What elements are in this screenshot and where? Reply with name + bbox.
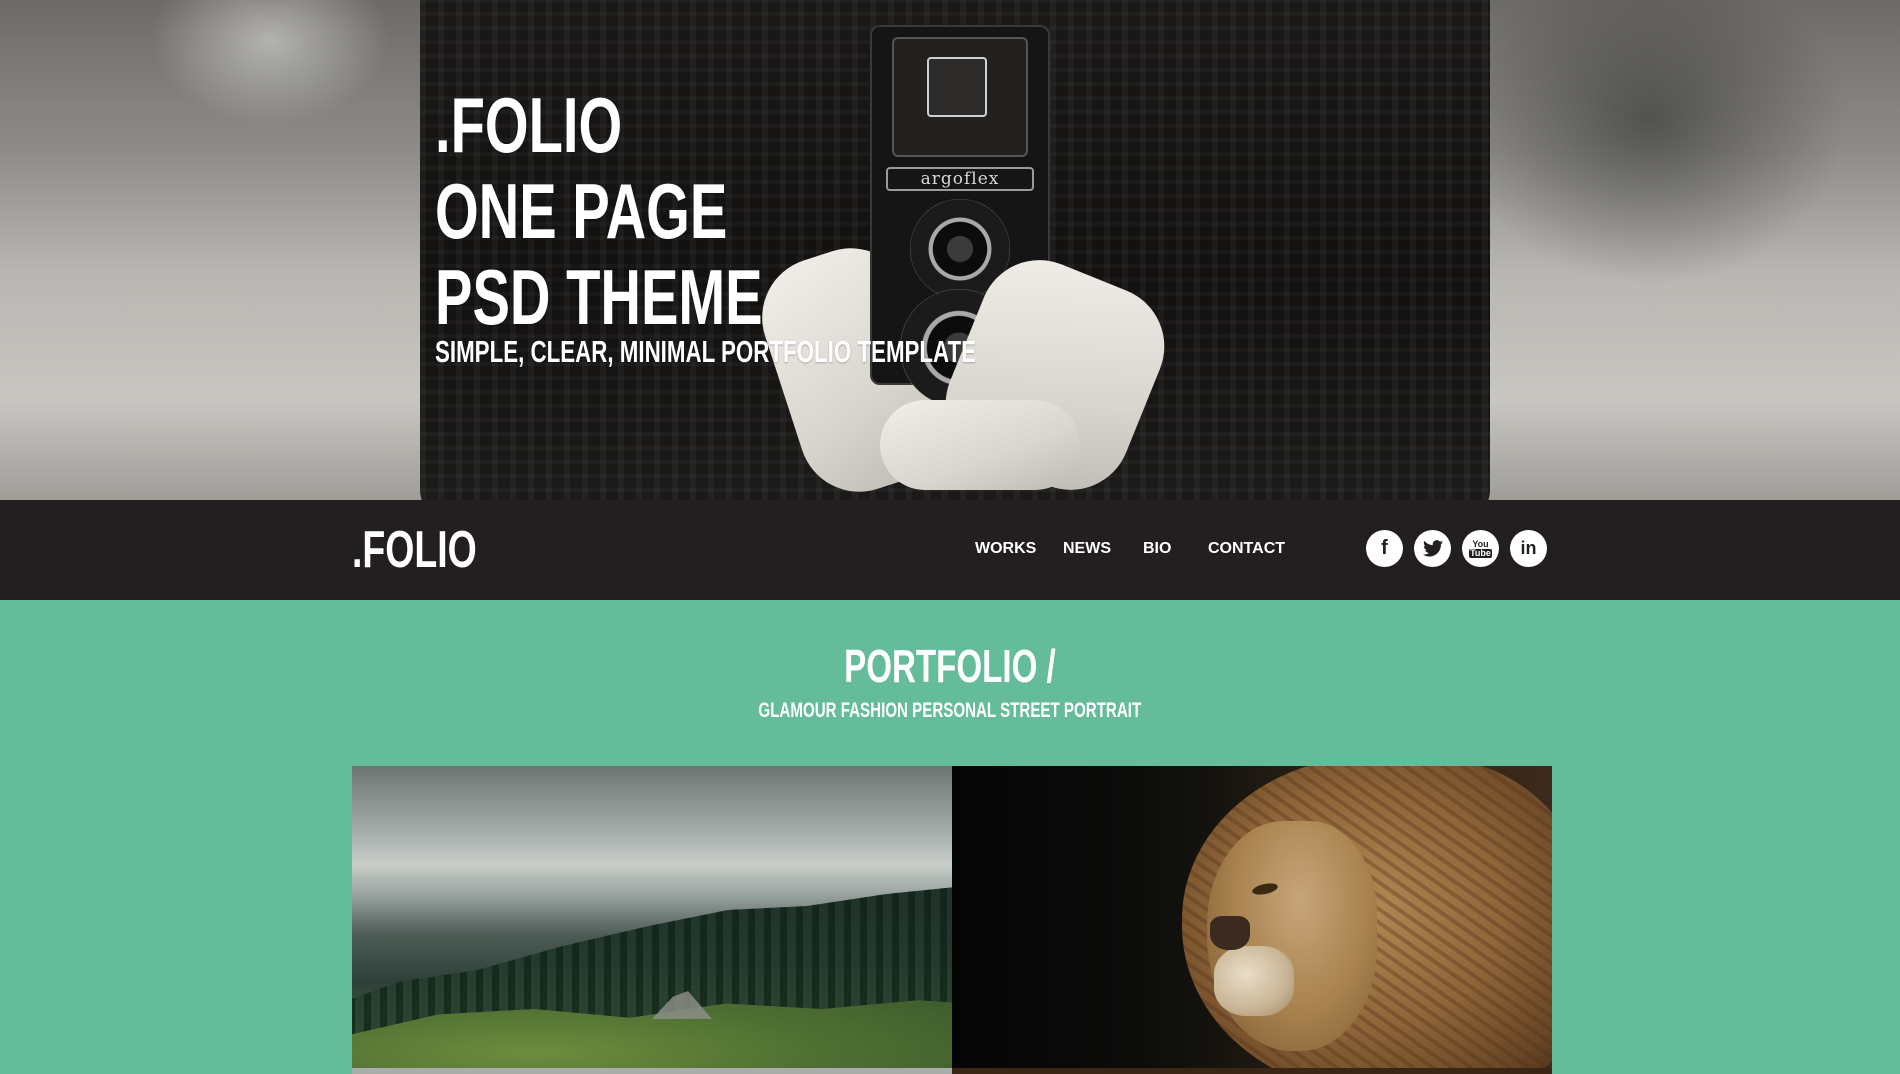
portfolio-section: PORTFOLIO / GLAMOUR FASHION PERSONAL STR… [0, 600, 1900, 1074]
portfolio-item-forest[interactable] [352, 766, 952, 1074]
twitter-bird-icon [1422, 540, 1443, 557]
nav-menu: WORKS NEWS BIO CONTACT [975, 538, 1288, 560]
main-navbar: .FOLIO WORKS NEWS BIO CONTACT [0, 500, 1900, 600]
site-logo[interactable]: .FOLIO [352, 522, 477, 578]
hero-headline: .FOLIO ONE PAGE PSD THEME SIMPLE, CLEAR,… [435, 82, 1186, 370]
portfolio-item-lion[interactable] [952, 766, 1552, 1074]
facebook-glyph: f [1381, 537, 1388, 559]
lion-muzzle [1214, 946, 1294, 1016]
portfolio-subtitle-text: GLAMOUR FASHION PERSONAL STREET PORTRAIT [758, 699, 1142, 722]
forest-next-row-edge [352, 1068, 952, 1074]
portfolio-title-text: PORTFOLIO / [844, 640, 1056, 692]
lion-nose [1210, 916, 1250, 950]
hero-title-line-1: .FOLIO [435, 81, 623, 169]
facebook-icon[interactable]: f [1366, 530, 1403, 567]
lion-next-row-edge [952, 1068, 1552, 1074]
nav-item-works[interactable]: WORKS [975, 538, 1063, 560]
nav-item-bio[interactable]: BIO [1143, 538, 1208, 560]
youtube-glyph-bottom: Tube [1469, 547, 1492, 558]
hero-title-line-3: PSD THEME [435, 253, 763, 341]
hero-tagline: SIMPLE, CLEAR, MINIMAL PORTFOLIO TEMPLAT… [435, 334, 977, 369]
nav-item-news[interactable]: NEWS [1063, 538, 1143, 560]
linkedin-icon[interactable]: in [1510, 530, 1547, 567]
hero-fingers [880, 400, 1080, 490]
youtube-icon[interactable]: You Tube [1462, 530, 1499, 567]
nav-item-contact[interactable]: CONTACT [1208, 538, 1288, 560]
hero-section: argoflex .FOLIO ONE PAGE PSD THEME SIMPL… [0, 0, 1900, 500]
linkedin-glyph: in [1520, 538, 1537, 558]
twitter-icon[interactable] [1414, 530, 1451, 567]
portfolio-title: PORTFOLIO / [0, 638, 1900, 694]
portfolio-subtitle: GLAMOUR FASHION PERSONAL STREET PORTRAIT [0, 698, 1900, 724]
hero-title-line-2: ONE PAGE [435, 167, 728, 255]
